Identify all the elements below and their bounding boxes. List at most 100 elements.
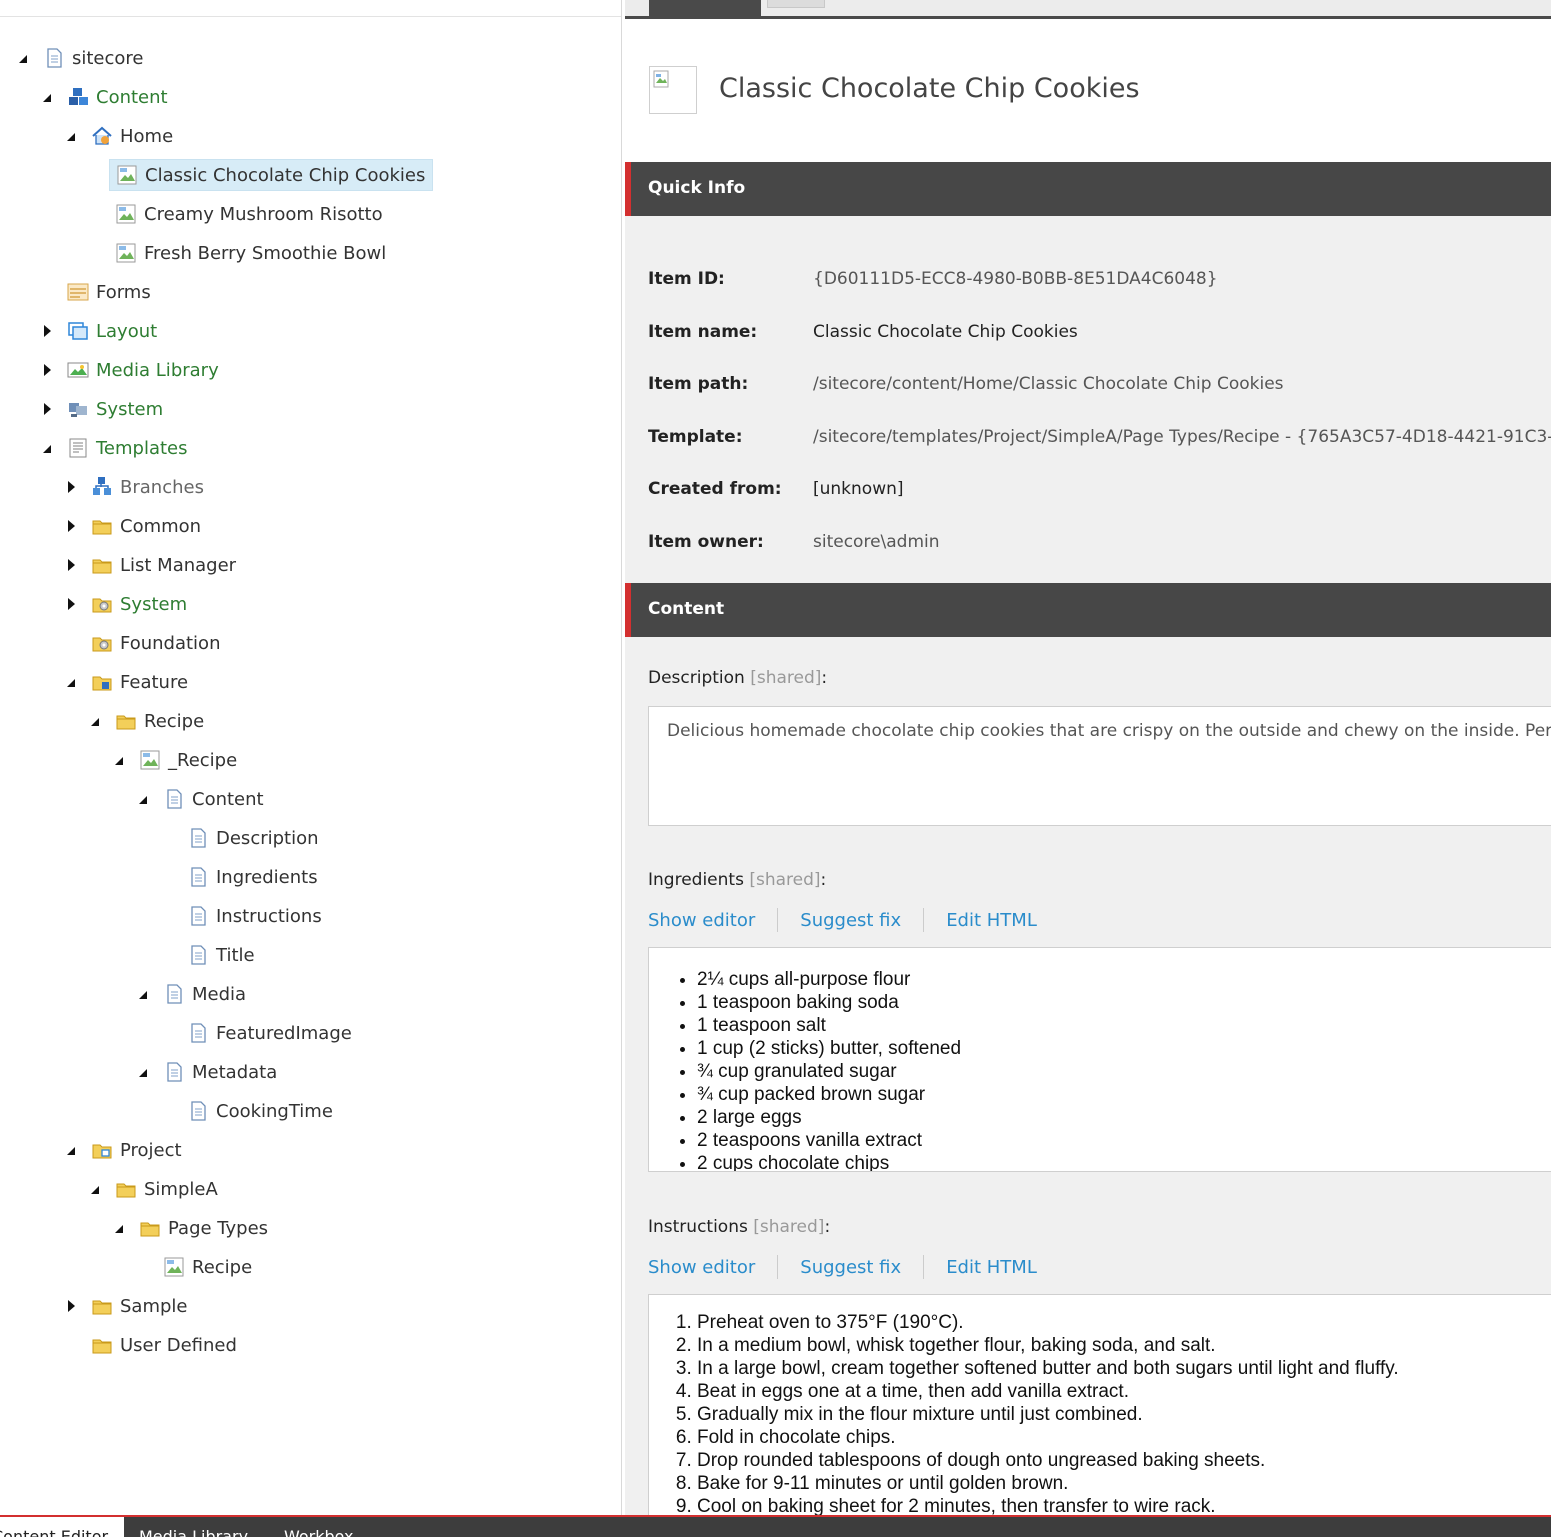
item-title: Classic Chocolate Chip Cookies [719,73,1140,104]
list-item: Fold in chocolate chips. [697,1426,1399,1449]
tree-item-system[interactable]: System [61,393,170,425]
tree-item-content[interactable]: Content [157,783,271,815]
tree-item-label: Layout [96,320,158,342]
expand-toggle-icon[interactable] [65,559,77,571]
tree-item-home[interactable]: Home [85,120,180,152]
list-item: 2 large eggs [697,1106,961,1129]
collapse-toggle-icon[interactable] [137,988,149,1000]
tree-item-foundation[interactable]: Foundation [85,627,227,659]
list-item: 2 cups chocolate chips [697,1152,961,1171]
tree-item-sitecore[interactable]: sitecore [37,42,151,74]
tree-item-classic-chocolate-chip-cookies[interactable]: Classic Chocolate Chip Cookies [109,159,434,191]
tree-node: Title [0,936,621,975]
page-icon [187,944,209,966]
tree-item-metadata[interactable]: Metadata [157,1056,284,1088]
collapse-toggle-icon[interactable] [89,1183,101,1195]
tree-item-media[interactable]: Media [157,978,253,1010]
editor-tab-active[interactable] [649,0,761,16]
tree-item-recipe[interactable]: Recipe [157,1251,259,1283]
ingredients-show-editor-link[interactable]: Show editor [648,910,755,931]
quick-info-label: Item owner: [648,532,764,552]
instructions-field-label: Instructions [shared]: [648,1217,830,1237]
expand-toggle-icon[interactable] [41,364,53,376]
quick-info-value[interactable]: sitecore\admin [813,532,940,552]
description-textarea[interactable]: Delicious homemade chocolate chip cookie… [648,706,1551,826]
tree-item-media-library[interactable]: Media Library [61,354,226,386]
tree-item-simplea[interactable]: SimpleA [109,1173,225,1205]
collapse-toggle-icon[interactable] [89,715,101,727]
collapse-toggle-icon[interactable] [113,1222,125,1234]
tree-node: Classic Chocolate Chip Cookies [0,156,621,195]
tree-item-content[interactable]: Content [61,81,175,113]
tree-item-feature[interactable]: Feature [85,666,195,698]
tab-content-editor[interactable]: Content Editor [0,1517,124,1537]
tree-item-featuredimage[interactable]: FeaturedImage [181,1017,359,1049]
tree-node: Project [0,1131,621,1170]
tree-node: Page Types [0,1209,621,1248]
instructions-edit-html-link[interactable]: Edit HTML [946,1257,1037,1278]
instructions-show-editor-link[interactable]: Show editor [648,1257,755,1278]
bottom-tab-bar: Content Editor Media Library Workbox [0,1515,1551,1537]
quick-info-row: Item name: Classic Chocolate Chip Cookies [648,320,1078,344]
instructions-list: Preheat oven to 375°F (190°C).In a mediu… [697,1311,1399,1515]
quick-info-section-header[interactable]: Quick Info [625,162,1551,216]
tree-item-project[interactable]: Project [85,1134,189,1166]
collapse-toggle-icon[interactable] [65,130,77,142]
tree-item-recipe[interactable]: Recipe [109,705,211,737]
tree-item-templates[interactable]: Templates [61,432,195,464]
collapse-toggle-icon[interactable] [65,1144,77,1156]
content-section-header[interactable]: Content [625,583,1551,637]
tree-item-layout[interactable]: Layout [61,315,164,347]
expand-toggle-icon[interactable] [41,403,53,415]
tree-node: Content [0,78,621,117]
ingredients-suggest-fix-link[interactable]: Suggest fix [800,910,901,931]
quick-info-value[interactable]: /sitecore/content/Home/Classic Chocolate… [813,374,1284,394]
quick-info-value[interactable]: {D60111D5-ECC8-4980-B0BB-8E51DA4C6048} [813,269,1218,289]
collapse-toggle-icon[interactable] [41,91,53,103]
tree-item-branches[interactable]: Branches [85,471,211,503]
tree-item-description[interactable]: Description [181,822,326,854]
tree-item-cookingtime[interactable]: CookingTime [181,1095,340,1127]
collapse-toggle-icon[interactable] [41,442,53,454]
tree-item-label: Feature [120,671,189,693]
expand-toggle-icon[interactable] [65,481,77,493]
quick-info-value[interactable]: /sitecore/templates/Project/SimpleA/Page… [813,427,1551,447]
tree-item-ingredients[interactable]: Ingredients [181,861,325,893]
quick-info-value[interactable]: Classic Chocolate Chip Cookies [813,322,1078,342]
ingredients-field-label: Ingredients [shared]: [648,870,826,890]
collapse-toggle-icon[interactable] [113,754,125,766]
instructions-suggest-fix-link[interactable]: Suggest fix [800,1257,901,1278]
collapse-toggle-icon[interactable] [17,52,29,64]
collapse-toggle-icon[interactable] [137,1066,149,1078]
instructions-rich-text[interactable]: Preheat oven to 375°F (190°C).In a mediu… [648,1294,1551,1515]
editor-tab-inactive[interactable] [767,0,825,8]
tree-item-sample[interactable]: Sample [85,1290,195,1322]
expand-toggle-icon[interactable] [65,598,77,610]
quick-info-value[interactable]: [unknown] [813,479,904,499]
tree-item-title[interactable]: Title [181,939,262,971]
quick-info-label: Created from: [648,479,782,500]
tree-item-fresh-berry-smoothie-bowl[interactable]: Fresh Berry Smoothie Bowl [109,237,393,269]
ingredients-edit-html-link[interactable]: Edit HTML [946,910,1037,931]
expand-toggle-icon[interactable] [41,325,53,337]
tree-item-forms[interactable]: Forms [61,276,158,308]
tree-item-list-manager[interactable]: List Manager [85,549,243,581]
tab-media-library[interactable]: Media Library [139,1527,248,1537]
tree-item-recipe[interactable]: _Recipe [133,744,244,776]
expand-toggle-icon[interactable] [65,1300,77,1312]
tree-item-user-defined[interactable]: User Defined [85,1329,244,1361]
tree-item-label: Branches [120,476,204,498]
tab-workbox[interactable]: Workbox [284,1527,353,1537]
tree-node: Home [0,117,621,156]
instructions-actions: Show editor Suggest fix Edit HTML [648,1254,1037,1280]
tree-item-common[interactable]: Common [85,510,208,542]
tree-item-creamy-mushroom-risotto[interactable]: Creamy Mushroom Risotto [109,198,390,230]
tree-item-page-types[interactable]: Page Types [133,1212,275,1244]
ingredients-rich-text[interactable]: 2¼ cups all-purpose flour1 teaspoon baki… [648,947,1551,1172]
tree-node: Creamy Mushroom Risotto [0,195,621,234]
tree-item-system[interactable]: System [85,588,194,620]
expand-toggle-icon[interactable] [65,520,77,532]
collapse-toggle-icon[interactable] [137,793,149,805]
tree-item-instructions[interactable]: Instructions [181,900,329,932]
collapse-toggle-icon[interactable] [65,676,77,688]
